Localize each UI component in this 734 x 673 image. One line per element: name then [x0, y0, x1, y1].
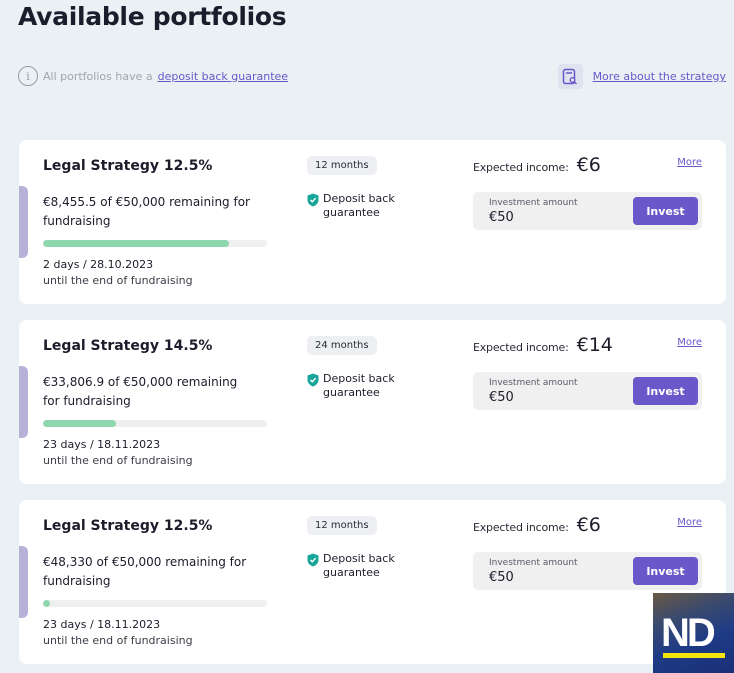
fundraising-progress-bar — [43, 420, 267, 427]
until-label: until the end of fundraising — [43, 274, 193, 287]
portfolio-title: Legal Strategy 12.5% — [43, 518, 213, 534]
term-badge: 12 months — [307, 516, 377, 535]
income-label: Expected income: — [473, 521, 569, 534]
info-text: All portfolios have a — [43, 69, 153, 83]
guarantee-text: Deposit back guarantee — [323, 372, 395, 399]
days-remaining: 23 days / 18.11.2023 — [43, 438, 161, 451]
more-about-strategy-link[interactable]: More about the strategy — [593, 70, 726, 83]
remaining-amount: €48,330 of €50,000 remaining for fundrai… — [43, 555, 247, 588]
more-link[interactable]: More — [677, 337, 702, 348]
income-value: €6 — [576, 514, 601, 536]
term-badge: 12 months — [307, 156, 377, 175]
fundraising-progress-bar — [43, 600, 267, 607]
page-title: Available portfolios — [18, 2, 287, 31]
progress-fill — [43, 420, 116, 427]
watermark-strip — [663, 653, 725, 658]
card-accent — [19, 366, 28, 438]
expected-income: Expected income: €14 — [473, 334, 613, 356]
watermark-logo: ND — [653, 593, 734, 673]
deposit-guarantee-link[interactable]: deposit back guarantee — [158, 70, 288, 83]
investment-label: Investment amount — [489, 198, 578, 208]
portfolio-card: Legal Strategy 12.5% €48,330 of €50,000 … — [19, 500, 726, 664]
investment-label: Investment amount — [489, 558, 578, 568]
portfolio-title: Legal Strategy 12.5% — [43, 158, 213, 174]
guarantee-text: Deposit back guarantee — [323, 552, 395, 579]
guarantee-info: i All portfolios have a deposit back gua… — [18, 66, 288, 86]
investment-amount[interactable]: €50 — [489, 570, 514, 585]
investment-amount[interactable]: €50 — [489, 210, 514, 225]
expected-income: Expected income: €6 — [473, 514, 601, 536]
info-icon: i — [18, 66, 38, 86]
shield-check-icon — [307, 553, 319, 567]
guarantee-label: Deposit back guarantee — [307, 552, 413, 580]
guarantee-label: Deposit back guarantee — [307, 372, 413, 400]
portfolio-title: Legal Strategy 14.5% — [43, 338, 213, 354]
income-label: Expected income: — [473, 161, 569, 174]
investment-box: Investment amount €50 Invest — [473, 372, 702, 410]
income-value: €14 — [576, 334, 613, 356]
guarantee-text: Deposit back guarantee — [323, 192, 395, 219]
invest-button[interactable]: Invest — [633, 197, 698, 225]
progress-fill — [43, 600, 51, 607]
card-accent — [19, 186, 28, 258]
invest-button[interactable]: Invest — [633, 557, 698, 585]
document-search-icon[interactable] — [557, 64, 583, 89]
days-remaining: 2 days / 28.10.2023 — [43, 258, 154, 271]
days-remaining: 23 days / 18.11.2023 — [43, 618, 161, 631]
shield-check-icon — [307, 373, 319, 387]
investment-box: Investment amount €50 Invest — [473, 552, 702, 590]
portfolio-card: Legal Strategy 14.5% €33,806.9 of €50,00… — [19, 320, 726, 484]
progress-fill — [43, 240, 230, 247]
strategy-info: More about the strategy — [557, 64, 726, 89]
term-badge: 24 months — [307, 336, 377, 355]
guarantee-label: Deposit back guarantee — [307, 192, 413, 220]
more-link[interactable]: More — [677, 157, 702, 168]
invest-button[interactable]: Invest — [633, 377, 698, 405]
income-label: Expected income: — [473, 341, 569, 354]
watermark-text: ND — [661, 611, 716, 655]
investment-box: Investment amount €50 Invest — [473, 192, 702, 230]
expected-income: Expected income: €6 — [473, 154, 601, 176]
remaining-amount: €33,806.9 of €50,000 remaining for fundr… — [43, 375, 238, 408]
remaining-amount: €8,455.5 of €50,000 remaining for fundra… — [43, 195, 250, 228]
investment-label: Investment amount — [489, 378, 578, 388]
investment-amount[interactable]: €50 — [489, 390, 514, 405]
card-accent — [19, 546, 28, 618]
portfolio-card: Legal Strategy 12.5% €8,455.5 of €50,000… — [19, 140, 726, 304]
until-label: until the end of fundraising — [43, 634, 193, 647]
until-label: until the end of fundraising — [43, 454, 193, 467]
shield-check-icon — [307, 193, 319, 207]
more-link[interactable]: More — [677, 517, 702, 528]
fundraising-progress-bar — [43, 240, 267, 247]
income-value: €6 — [576, 154, 601, 176]
